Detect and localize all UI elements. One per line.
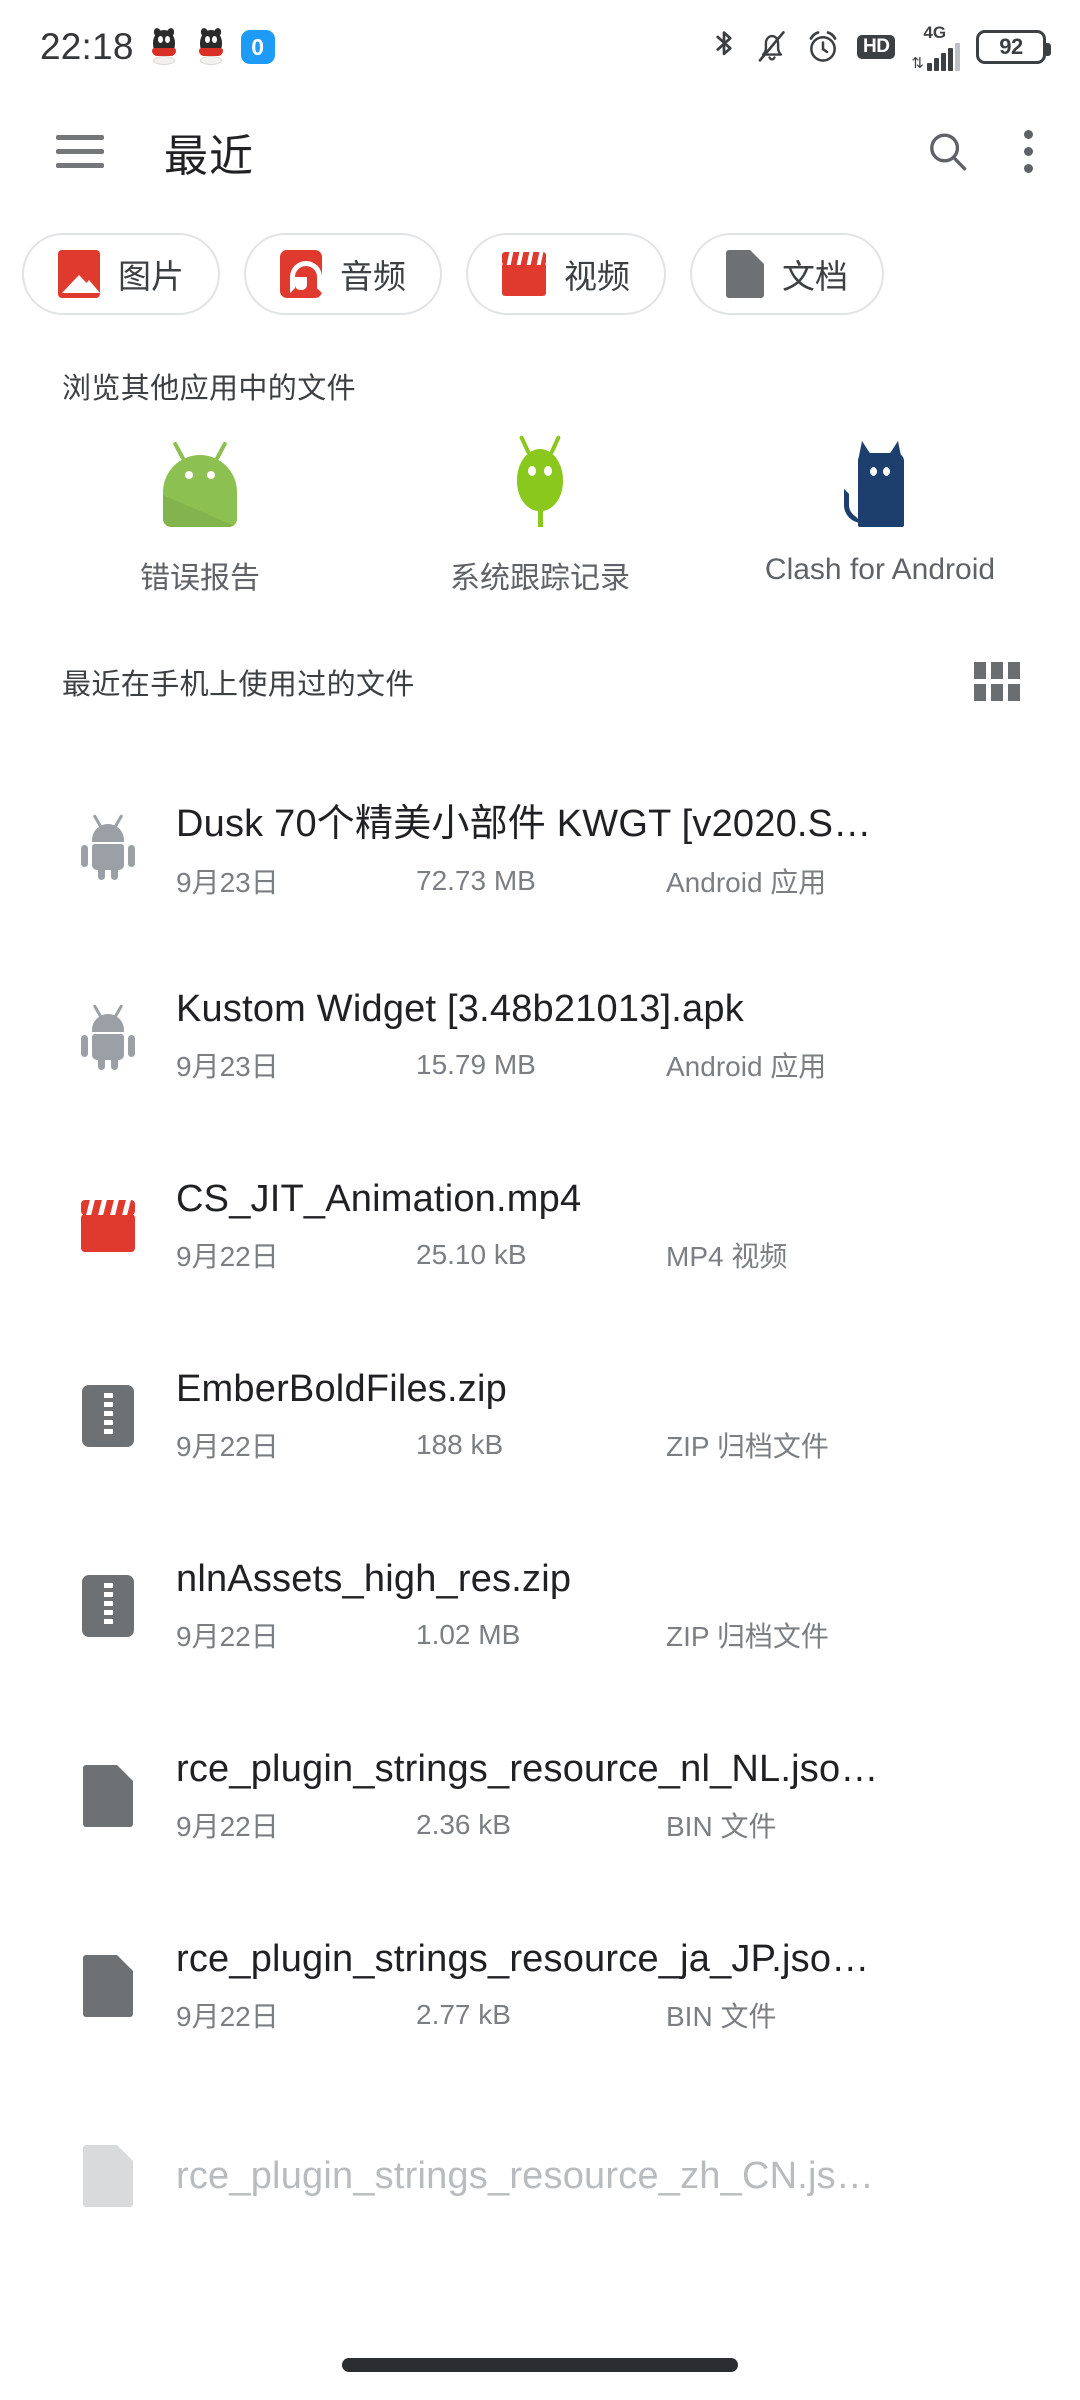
chip-video[interactable]: 视频 (466, 233, 666, 315)
recent-files-header: 最近在手机上使用过的文件 (0, 661, 1080, 703)
file-type: Android 应用 (666, 861, 1020, 901)
signal-4g-icon: 4G ⇅ (911, 24, 960, 71)
file-name: rce_plugin_strings_resource_zh_CN.js… (176, 2155, 874, 2197)
file-date: 9月22日 (176, 1805, 416, 1845)
app-bar-actions (924, 126, 1042, 177)
file-type: BIN 文件 (666, 1995, 1020, 2035)
network-type-label: 4G (923, 24, 946, 41)
video-icon (502, 252, 546, 296)
file-size: 2.36 kB (416, 1809, 666, 1841)
file-name: CS_JIT_Animation.mp4 (176, 1178, 581, 1220)
file-date: 9月22日 (176, 1615, 416, 1655)
table-row[interactable]: CS_JIT_Animation.mp4 9月22日 25.10 kB MP4 … (0, 1131, 1080, 1321)
notifications-muted-icon (755, 28, 789, 66)
video-file-icon (62, 1200, 154, 1252)
chip-label: 图片 (118, 250, 184, 298)
page-title: 最近 (164, 120, 254, 184)
table-row[interactable]: rce_plugin_strings_resource_nl_NL.jso… 9… (0, 1701, 1080, 1891)
app-item-clash-for-android[interactable]: Clash for Android (710, 435, 1050, 597)
app-item-system-tracing[interactable]: 系统跟踪记录 (370, 435, 710, 597)
generic-file-icon (62, 1765, 154, 1827)
chip-images[interactable]: 图片 (22, 233, 220, 315)
grid-view-icon[interactable] (974, 662, 1018, 702)
status-bar: 22:18 0 (0, 0, 1080, 94)
zip-archive-icon (62, 1385, 154, 1447)
alarm-icon (805, 28, 841, 66)
document-icon (726, 250, 764, 298)
android-apk-icon (62, 814, 154, 878)
filter-chips: 图片 音频 视频 文档 (0, 233, 1080, 315)
file-name: Kustom Widget [3.48b21013].apk (176, 988, 744, 1030)
other-apps-section-title: 浏览其他应用中的文件 (0, 365, 1080, 407)
recent-files-list: Dusk 70个精美小部件 KWGT [v2020.S… 9月23日 72.73… (0, 751, 1080, 2271)
app-bar: 最近 (0, 94, 1080, 209)
android-droid-icon (163, 435, 237, 527)
status-bar-right: HD 4G ⇅ 92 (709, 24, 1046, 71)
chip-label: 视频 (564, 250, 630, 298)
file-size: 15.79 MB (416, 1049, 666, 1081)
qq-penguin-icon (147, 28, 181, 66)
search-icon[interactable] (924, 128, 972, 176)
table-row[interactable]: nlnAssets_high_res.zip 9月22日 1.02 MB ZIP… (0, 1511, 1080, 1701)
status-bar-left: 22:18 0 (40, 26, 275, 68)
file-name: rce_plugin_strings_resource_nl_NL.jso… (176, 1748, 879, 1790)
table-row[interactable]: EmberBoldFiles.zip 9月22日 188 kB ZIP 归档文件 (0, 1321, 1080, 1511)
other-apps-row: 错误报告 系统跟踪记录 Clash for Android (0, 435, 1080, 597)
recent-files-section-title: 最近在手机上使用过的文件 (62, 661, 415, 703)
image-icon (58, 250, 100, 298)
more-options-icon[interactable] (1014, 126, 1042, 177)
battery-icon: 92 (976, 30, 1046, 64)
app-item-bug-report[interactable]: 错误报告 (30, 435, 370, 597)
status-bar-clock: 22:18 (40, 26, 134, 68)
file-size: 72.73 MB (416, 865, 666, 897)
file-size: 188 kB (416, 1429, 666, 1461)
zip-archive-icon (62, 1575, 154, 1637)
app-label: 错误报告 (140, 553, 260, 597)
app-label: Clash for Android (765, 553, 995, 587)
data-arrows-icon: ⇅ (911, 56, 924, 71)
file-size: 2.77 kB (416, 1999, 666, 2031)
gesture-navigation-bar[interactable] (342, 2358, 738, 2372)
chip-audio[interactable]: 音频 (244, 233, 442, 315)
table-row[interactable]: rce_plugin_strings_resource_ja_JP.jso… 9… (0, 1891, 1080, 2081)
battery-level-label: 92 (999, 34, 1022, 60)
file-name: Dusk 70个精美小部件 KWGT [v2020.S… (176, 803, 871, 845)
file-type: ZIP 归档文件 (666, 1615, 1020, 1655)
hamburger-menu-icon[interactable] (56, 135, 104, 168)
blue-app-icon: 0 (241, 30, 275, 64)
generic-file-icon (62, 1955, 154, 2017)
file-type: MP4 视频 (666, 1235, 1020, 1275)
qq-penguin-icon (194, 28, 228, 66)
file-date: 9月23日 (176, 1045, 416, 1085)
file-date: 9月22日 (176, 1235, 416, 1275)
chip-label: 文档 (782, 250, 848, 298)
file-name: rce_plugin_strings_resource_ja_JP.jso… (176, 1938, 869, 1980)
clash-cat-icon (844, 435, 916, 527)
file-name: nlnAssets_high_res.zip (176, 1558, 571, 1600)
file-name: EmberBoldFiles.zip (176, 1368, 507, 1410)
android-balloon-icon (503, 435, 577, 527)
file-date: 9月22日 (176, 1425, 416, 1465)
chip-documents[interactable]: 文档 (690, 233, 884, 315)
android-apk-icon (62, 1004, 154, 1068)
table-row[interactable]: Dusk 70个精美小部件 KWGT [v2020.S… 9月23日 72.73… (0, 751, 1080, 941)
table-row[interactable]: Kustom Widget [3.48b21013].apk 9月23日 15.… (0, 941, 1080, 1131)
hd-badge-icon: HD (857, 35, 895, 60)
chip-label: 音频 (340, 250, 406, 298)
generic-file-icon (62, 2145, 154, 2207)
file-size: 25.10 kB (416, 1239, 666, 1271)
bluetooth-icon (709, 28, 739, 66)
file-type: Android 应用 (666, 1045, 1020, 1085)
file-date: 9月23日 (176, 861, 416, 901)
audio-icon (280, 250, 322, 298)
app-label: 系统跟踪记录 (450, 553, 630, 597)
file-type: ZIP 归档文件 (666, 1425, 1020, 1465)
file-size: 1.02 MB (416, 1619, 666, 1651)
file-date: 9月22日 (176, 1995, 416, 2035)
file-type: BIN 文件 (666, 1805, 1020, 1845)
table-row[interactable]: rce_plugin_strings_resource_zh_CN.js… (0, 2081, 1080, 2271)
